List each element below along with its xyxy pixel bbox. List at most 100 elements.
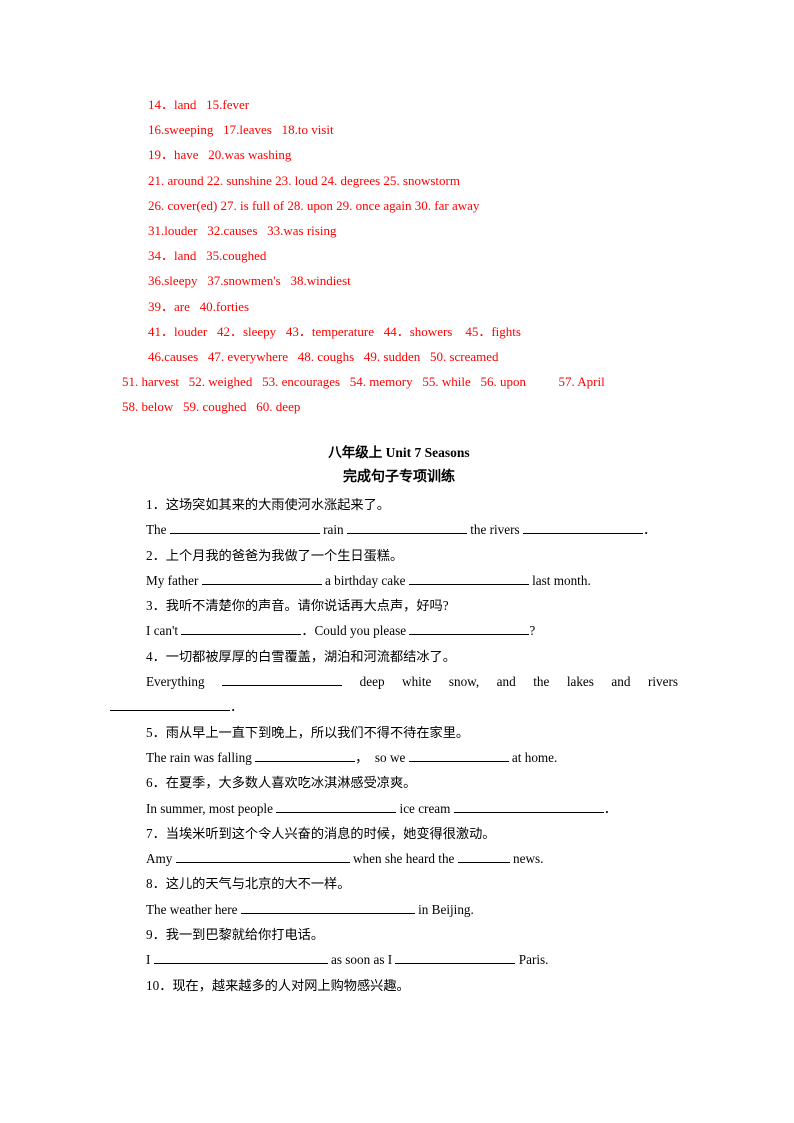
answer-blank[interactable]	[453, 799, 604, 813]
answer-blank[interactable]	[409, 622, 530, 636]
answer-blank[interactable]	[175, 850, 350, 864]
answer-blank[interactable]	[395, 951, 516, 965]
question-english: Amy when she heard the news.	[146, 846, 678, 871]
sentence-part: In summer, most people	[146, 800, 277, 816]
question-number: 2．	[146, 547, 166, 563]
sentence-part: ?	[529, 623, 536, 639]
page-subtitle: 完成句子专项训练	[343, 470, 455, 485]
answer-line: 46.causes 47. everywhere 48. coughs 49. …	[148, 349, 499, 365]
answer-blank[interactable]	[457, 850, 510, 864]
question-english: I can't ．Could you please ?	[146, 618, 678, 643]
exercise-list: 1．这场突如其来的大雨使河水涨起来了。 The rain the rivers …	[110, 492, 678, 998]
sentence-part: ．	[642, 522, 657, 538]
answer-blank[interactable]	[522, 521, 643, 535]
question-text: 这儿的天气与北京的大不一样。	[165, 876, 351, 892]
question-english: The rain was falling ， so we at home.	[146, 745, 678, 770]
answer-blank[interactable]	[153, 951, 328, 965]
answer-blank[interactable]	[276, 799, 397, 813]
sentence-part: I	[146, 952, 154, 968]
sentence-part: as soon as I	[327, 952, 396, 968]
question-chinese: 9．我一到巴黎就给你打电话。	[146, 922, 678, 947]
answer-blank[interactable]	[240, 901, 415, 914]
question-chinese: 1．这场突如其来的大雨使河水涨起来了。	[146, 492, 678, 517]
sentence-part: ．Could you please	[301, 623, 410, 639]
answer-line: 58. below 59. coughed 60. deep	[122, 399, 301, 415]
sentence-part: ．	[230, 699, 244, 715]
question-chinese: 4．一切都被厚厚的白雪覆盖，湖泊和河流都结冰了。	[146, 644, 678, 669]
answer-line: 21. around 22. sunshine 23. loud 24. deg…	[148, 172, 460, 188]
question-english: My father a birthday cake last month.	[146, 568, 678, 593]
answer-key-block: 14．land 15.fever 16.sweeping 17.leaves 1…	[122, 92, 692, 420]
question-number: 6．	[146, 775, 166, 791]
sentence-part: The	[146, 522, 170, 538]
sentence-part: I can't	[146, 623, 182, 639]
answer-line: 36.sleepy 37.snowmen's 38.windiest	[148, 273, 351, 289]
answer-blank[interactable]	[169, 521, 320, 535]
answer-blank[interactable]	[201, 572, 322, 585]
question-chinese: 3．我听不清楚你的声音。请你说话再大点声，好吗?	[146, 593, 678, 618]
question-chinese: 2．上个月我的爸爸为我做了一个生日蛋糕。	[146, 543, 678, 568]
sentence-part: when she heard the	[349, 851, 458, 867]
question-english-wrap: ．	[110, 694, 678, 719]
sentence-part: in Beijing.	[414, 901, 474, 917]
answer-blank[interactable]	[408, 749, 509, 762]
question-chinese: 5．雨从早上一直下到晚上，所以我们不得不待在家里。	[146, 720, 678, 745]
question-number: 4．	[146, 648, 166, 664]
sentence-part: ， so we	[355, 749, 409, 765]
sentence-part: ．	[603, 800, 617, 816]
sentence-part: Everything	[146, 674, 205, 690]
question-number: 9．	[146, 927, 166, 943]
answer-blank[interactable]	[346, 521, 467, 535]
answer-line: 34．land 35.coughed	[148, 248, 267, 264]
question-text: 当埃米听到这个令人兴奋的消息的时候，她变得很激动。	[165, 825, 496, 841]
answer-line: 26. cover(ed) 27. is full of 28. upon 29…	[148, 197, 480, 213]
answer-blank[interactable]	[110, 698, 230, 712]
answer-line: 19．have 20.was washing	[148, 147, 292, 163]
title-block: 八年级上 Unit 7 Seasons 完成句子专项训练	[146, 440, 652, 490]
sentence-part: Paris.	[515, 952, 549, 968]
sentence-part: a birthday cake	[321, 572, 409, 588]
page-title: 八年级上 Unit 7 Seasons	[328, 445, 470, 460]
question-number: 7．	[146, 825, 166, 841]
question-english: The weather here in Beijing.	[146, 897, 678, 922]
question-text: 雨从早上一直下到晚上，所以我们不得不待在家里。	[165, 724, 470, 740]
question-english: In summer, most people ice cream ．	[146, 796, 678, 821]
worksheet-page: 14．land 15.fever 16.sweeping 17.leaves 1…	[0, 0, 794, 1123]
sentence-part: the rivers	[466, 522, 523, 538]
question-number: 1．	[146, 497, 166, 512]
question-number: 8．	[146, 876, 166, 892]
sentence-part: Amy	[146, 851, 176, 867]
answer-blank[interactable]	[408, 572, 529, 585]
question-text: 我听不清楚你的声音。请你说话再大点声，好吗?	[165, 598, 449, 614]
question-text: 现在，越来越多的人对网上购物感兴趣。	[172, 977, 410, 993]
question-number: 5．	[146, 724, 166, 740]
question-chinese: 8．这儿的天气与北京的大不一样。	[146, 871, 678, 896]
answer-line: 51. harvest 52. weighed 53. encourages 5…	[122, 374, 605, 390]
question-text: 在夏季，大多数人喜欢吃冰淇淋感受凉爽。	[165, 775, 417, 791]
sentence-part: at home.	[508, 749, 558, 765]
answer-blank[interactable]	[222, 673, 343, 687]
answer-blank[interactable]	[181, 622, 302, 636]
question-english: The rain the rivers ．	[146, 517, 678, 542]
question-chinese: 6．在夏季，大多数人喜欢吃冰淇淋感受凉爽。	[146, 770, 678, 795]
sentence-part: rain	[319, 522, 347, 538]
answer-line: 39．are 40.forties	[148, 298, 250, 314]
question-english: I as soon as I Paris.	[146, 947, 678, 972]
question-chinese: 7．当埃米听到这个令人兴奋的消息的时候，她变得很激动。	[146, 821, 678, 846]
question-chinese: 10．现在，越来越多的人对网上购物感兴趣。	[146, 973, 678, 998]
question-number: 3．	[146, 598, 166, 614]
answer-line: 31.louder 32.causes 33.was rising	[148, 223, 337, 239]
sentence-part: ice cream	[396, 800, 454, 816]
question-text: 上个月我的爸爸为我做了一个生日蛋糕。	[165, 547, 404, 563]
answer-line: 14．land 15.fever	[148, 97, 250, 112]
sentence-part: My father	[146, 572, 202, 588]
question-number: 10．	[146, 977, 173, 993]
sentence-part: The rain was falling	[146, 749, 256, 765]
sentence-part: The weather here	[146, 901, 241, 917]
answer-line: 16.sweeping 17.leaves 18.to visit	[148, 122, 334, 138]
question-english: Everything deep white snow, and the lake…	[146, 669, 678, 694]
answer-blank[interactable]	[255, 749, 356, 762]
question-text: 这场突如其来的大雨使河水涨起来了。	[165, 497, 390, 512]
sentence-part: news.	[509, 851, 544, 867]
answer-line: 41．louder 42．sleepy 43．temperature 44．sh…	[148, 323, 521, 339]
